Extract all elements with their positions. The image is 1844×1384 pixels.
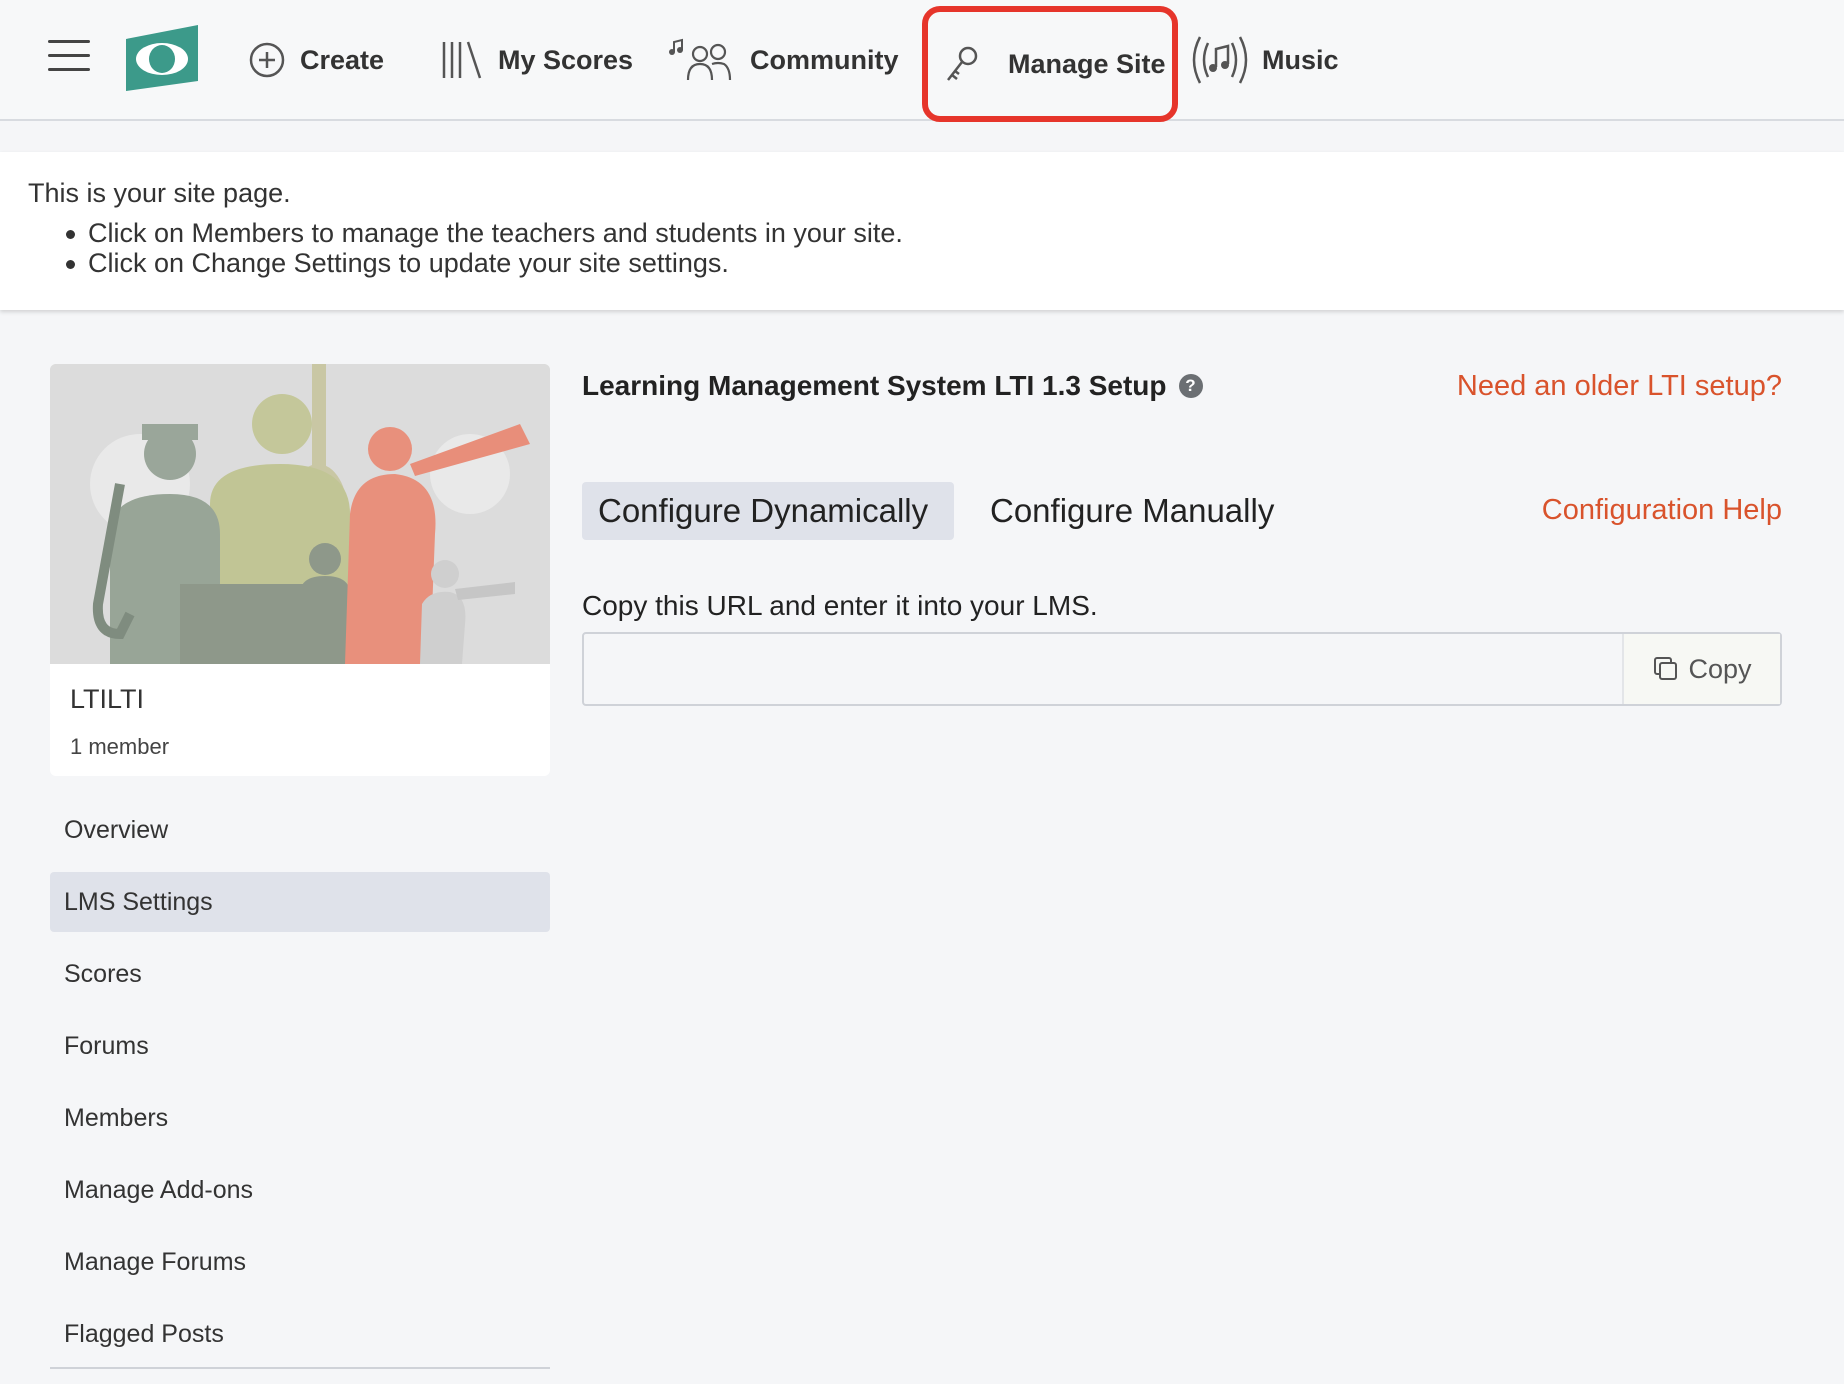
key-icon (947, 46, 978, 81)
nav-create-label: Create (300, 44, 385, 75)
top-navigation: Create My Scores Community Manage Site M… (0, 0, 1844, 122)
banner-list: Click on Members to manage the teachers … (28, 218, 1844, 278)
banner-bullet: Click on Change Settings to update your … (28, 248, 1844, 278)
sidebar-item-manage-forums[interactable]: Manage Forums (50, 1232, 550, 1292)
nav-my-scores[interactable]: My Scores (440, 28, 633, 92)
lti-url-input[interactable] (584, 634, 1624, 704)
people-music-icon (669, 38, 732, 81)
site-banner-image (50, 364, 550, 664)
sidebar-item-manage-add-ons[interactable]: Manage Add-ons (50, 1160, 550, 1220)
copy-button-label: Copy (1688, 653, 1752, 684)
tab-configure-manually[interactable]: Configure Manually (974, 482, 1290, 540)
copy-url-instruction: Copy this URL and enter it into your LMS… (582, 590, 1098, 621)
sidebar-item-flagged-posts[interactable]: Flagged Posts (50, 1304, 550, 1364)
sidebar-item-forums[interactable]: Forums (50, 1016, 550, 1076)
configuration-help-link[interactable]: Configuration Help (1542, 494, 1782, 527)
sidebar-item-scores[interactable]: Scores (50, 944, 550, 1004)
nav-my-scores-label: My Scores (498, 44, 634, 75)
url-field-group: Copy (582, 632, 1782, 706)
nav-community[interactable]: Community (668, 28, 899, 92)
sidebar-item-members[interactable]: Members (50, 1088, 550, 1148)
banner-bullet: Click on Members to manage the teachers … (28, 218, 1844, 248)
nav-music-label: Music (1262, 44, 1339, 75)
lti-setup-title: Learning Management System LTI 1.3 Setup… (582, 370, 1203, 402)
help-icon[interactable]: ? (1178, 374, 1203, 398)
nav-create[interactable]: Create (248, 28, 384, 92)
tab-configure-dynamically[interactable]: Configure Dynamically (582, 482, 954, 540)
logo-icon[interactable] (126, 25, 198, 91)
music-broadcast-icon (1192, 36, 1248, 84)
library-icon (442, 41, 482, 79)
site-name: LTILTI (70, 684, 145, 714)
nav-music[interactable]: Music (1186, 28, 1339, 92)
banner-intro: This is your site page. (28, 178, 291, 208)
copy-icon (1654, 657, 1678, 680)
lti-setup-title-text: Learning Management System LTI 1.3 Setup (582, 370, 1167, 401)
sidebar-item-lms-settings[interactable]: LMS Settings (50, 872, 550, 932)
site-card: LTILTI 1 member (50, 364, 550, 776)
nav-manage-site[interactable]: Manage Site (922, 6, 1178, 122)
nav-community-label: Community (750, 44, 899, 75)
sidebar-divider (50, 1367, 550, 1369)
site-member-count: 1 member (70, 734, 170, 759)
sidebar-item-overview[interactable]: Overview (50, 800, 550, 860)
nav-manage-site-label: Manage Site (1008, 48, 1166, 79)
older-lti-setup-link[interactable]: Need an older LTI setup? (1457, 370, 1782, 403)
hamburger-menu-icon[interactable] (48, 40, 90, 72)
info-banner: This is your site page. Click on Members… (0, 152, 1844, 310)
copy-button[interactable]: Copy (1622, 634, 1780, 704)
sidebar-menu: Overview LMS Settings Scores Forums Memb… (50, 800, 550, 1376)
plus-circle-icon (249, 42, 285, 78)
